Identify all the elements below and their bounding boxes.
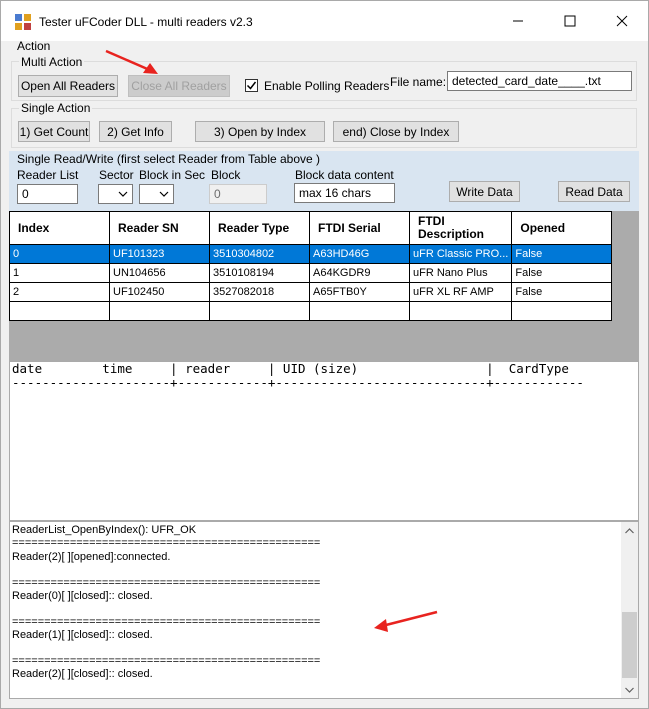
log-line: Reader(2)[ ][opened]:connected. — [12, 551, 171, 563]
readers-table: Index Reader SN Reader Type FTDI Serial … — [9, 211, 613, 321]
table-cell[interactable]: 0 — [9, 244, 110, 264]
table-cell[interactable]: 3510304802 — [209, 244, 310, 264]
table-header-row: Index Reader SN Reader Type FTDI Serial … — [9, 211, 613, 245]
close-by-index-button[interactable]: end) Close by Index — [333, 121, 459, 142]
table-row[interactable]: 1 UN104656 3510108194 A64KGDR9 uFR Nano … — [9, 263, 613, 283]
scroll-up-arrow[interactable] — [621, 522, 638, 539]
table-cell[interactable]: UN104656 — [109, 263, 210, 283]
single-action-label: Single Action — [19, 101, 93, 115]
table-cell[interactable] — [408, 301, 513, 321]
sector-select[interactable] — [98, 184, 133, 204]
log-line: ========================================… — [12, 616, 321, 628]
file-name-label: File name: — [390, 75, 447, 89]
chevron-down-icon — [159, 191, 169, 197]
card-log-header: date time | reader | UID (size) | CardTy… — [12, 361, 569, 376]
minimize-icon — [513, 20, 523, 22]
table-cell[interactable]: A63HD46G — [309, 244, 410, 264]
log-scrollbar[interactable] — [621, 522, 638, 698]
close-button[interactable] — [599, 1, 645, 41]
log-line: ========================================… — [12, 577, 321, 589]
log-line: Reader(1)[ ][closed]:: closed. — [12, 629, 153, 641]
table-cell[interactable]: 2 — [9, 282, 110, 302]
block-in-sec-label: Block in Sec — [139, 168, 206, 182]
log-line: Reader(0)[ ][closed]:: closed. — [12, 590, 153, 602]
readers-grid: Index Reader SN Reader Type FTDI Serial … — [9, 211, 639, 361]
table-row[interactable]: 0 UF101323 3510304802 A63HD46G uFR Class… — [9, 244, 613, 264]
table-row[interactable]: 2 UF102450 3527082018 A65FTB0Y uFR XL RF… — [9, 282, 613, 302]
maximize-button[interactable] — [547, 1, 593, 41]
table-cell[interactable]: UF101323 — [109, 244, 210, 264]
file-name-input[interactable]: detected_card_date____.txt — [447, 71, 632, 91]
log-line: ========================================… — [12, 655, 321, 667]
open-all-readers-button[interactable]: Open All Readers — [18, 75, 118, 97]
single-rw-title: Single Read/Write (first select Reader f… — [17, 152, 321, 166]
column-header[interactable]: Opened — [511, 211, 613, 245]
app-icon — [15, 14, 31, 30]
scroll-down-arrow[interactable] — [621, 681, 638, 698]
minimize-button[interactable] — [495, 1, 541, 41]
table-cell[interactable]: 3510108194 — [209, 263, 310, 283]
get-count-button[interactable]: 1) Get Count — [18, 121, 90, 142]
title-bar: Tester uFCoder DLL - multi readers v2.3 — [1, 1, 648, 41]
column-header[interactable]: Index — [9, 211, 110, 245]
block-in-sec-select[interactable] — [139, 184, 174, 204]
table-cell[interactable] — [309, 301, 410, 321]
card-log-textbox[interactable]: date time | reader | UID (size) | CardTy… — [9, 361, 639, 521]
column-header[interactable]: Reader SN — [109, 211, 210, 245]
get-info-button[interactable]: 2) Get Info — [99, 121, 172, 142]
reader-list-label: Reader List — [17, 168, 79, 182]
sector-label: Sector — [99, 168, 134, 182]
table-new-row[interactable] — [9, 301, 613, 321]
table-cell[interactable]: False — [511, 244, 613, 264]
column-header[interactable]: Reader Type — [209, 211, 310, 245]
reader-list-input[interactable]: 0 — [17, 184, 78, 204]
block-data-input[interactable]: max 16 chars — [294, 183, 395, 203]
enable-polling-label: Enable Polling Readers — [264, 79, 390, 93]
scroll-thumb[interactable] — [622, 612, 637, 678]
table-cell[interactable] — [109, 301, 210, 321]
maximize-icon — [564, 15, 576, 27]
card-log-separator: ---------------------+------------+-----… — [12, 375, 584, 390]
action-group-label: Action — [17, 39, 51, 53]
table-cell[interactable]: uFR Classic PRO... — [408, 244, 513, 264]
table-cell[interactable]: 3527082018 — [209, 282, 310, 302]
table-cell[interactable]: A64KGDR9 — [309, 263, 410, 283]
chevron-up-icon — [625, 527, 634, 533]
close-all-readers-button[interactable]: Close All Readers — [128, 75, 230, 97]
table-cell[interactable]: False — [511, 263, 613, 283]
block-data-label: Block data content — [295, 168, 394, 182]
table-cell[interactable]: uFR Nano Plus — [408, 263, 513, 283]
log-line: Reader(2)[ ][closed]:: closed. — [12, 668, 153, 680]
table-cell[interactable]: UF102450 — [109, 282, 210, 302]
table-cell[interactable] — [511, 301, 613, 321]
close-icon — [616, 15, 628, 27]
block-label: Block — [211, 168, 241, 182]
column-header[interactable]: FTDI Description — [408, 211, 513, 245]
log-line: ReaderList_OpenByIndex(): UFR_OK — [12, 524, 197, 536]
chevron-down-icon — [118, 191, 128, 197]
table-cell[interactable] — [9, 301, 110, 321]
check-icon — [246, 81, 257, 90]
table-cell[interactable]: A65FTB0Y — [309, 282, 410, 302]
read-data-button[interactable]: Read Data — [558, 181, 630, 202]
table-cell[interactable]: False — [511, 282, 613, 302]
write-data-button[interactable]: Write Data — [449, 181, 520, 202]
block-input[interactable]: 0 — [209, 184, 267, 204]
column-header[interactable]: FTDI Serial — [309, 211, 410, 245]
open-by-index-button[interactable]: 3) Open by Index — [195, 121, 325, 142]
status-log-textbox[interactable]: ReaderList_OpenByIndex(): UFR_OK =======… — [9, 521, 639, 699]
table-cell[interactable] — [209, 301, 310, 321]
chevron-down-icon — [625, 687, 634, 693]
multi-action-label: Multi Action — [19, 55, 85, 69]
app-window: Tester uFCoder DLL - multi readers v2.3 … — [0, 0, 649, 709]
window-title: Tester uFCoder DLL - multi readers v2.3 — [39, 15, 253, 29]
log-line: ========================================… — [12, 537, 321, 549]
table-cell[interactable]: 1 — [9, 263, 110, 283]
table-cell[interactable]: uFR XL RF AMP — [408, 282, 513, 302]
enable-polling-checkbox[interactable] — [245, 79, 258, 92]
